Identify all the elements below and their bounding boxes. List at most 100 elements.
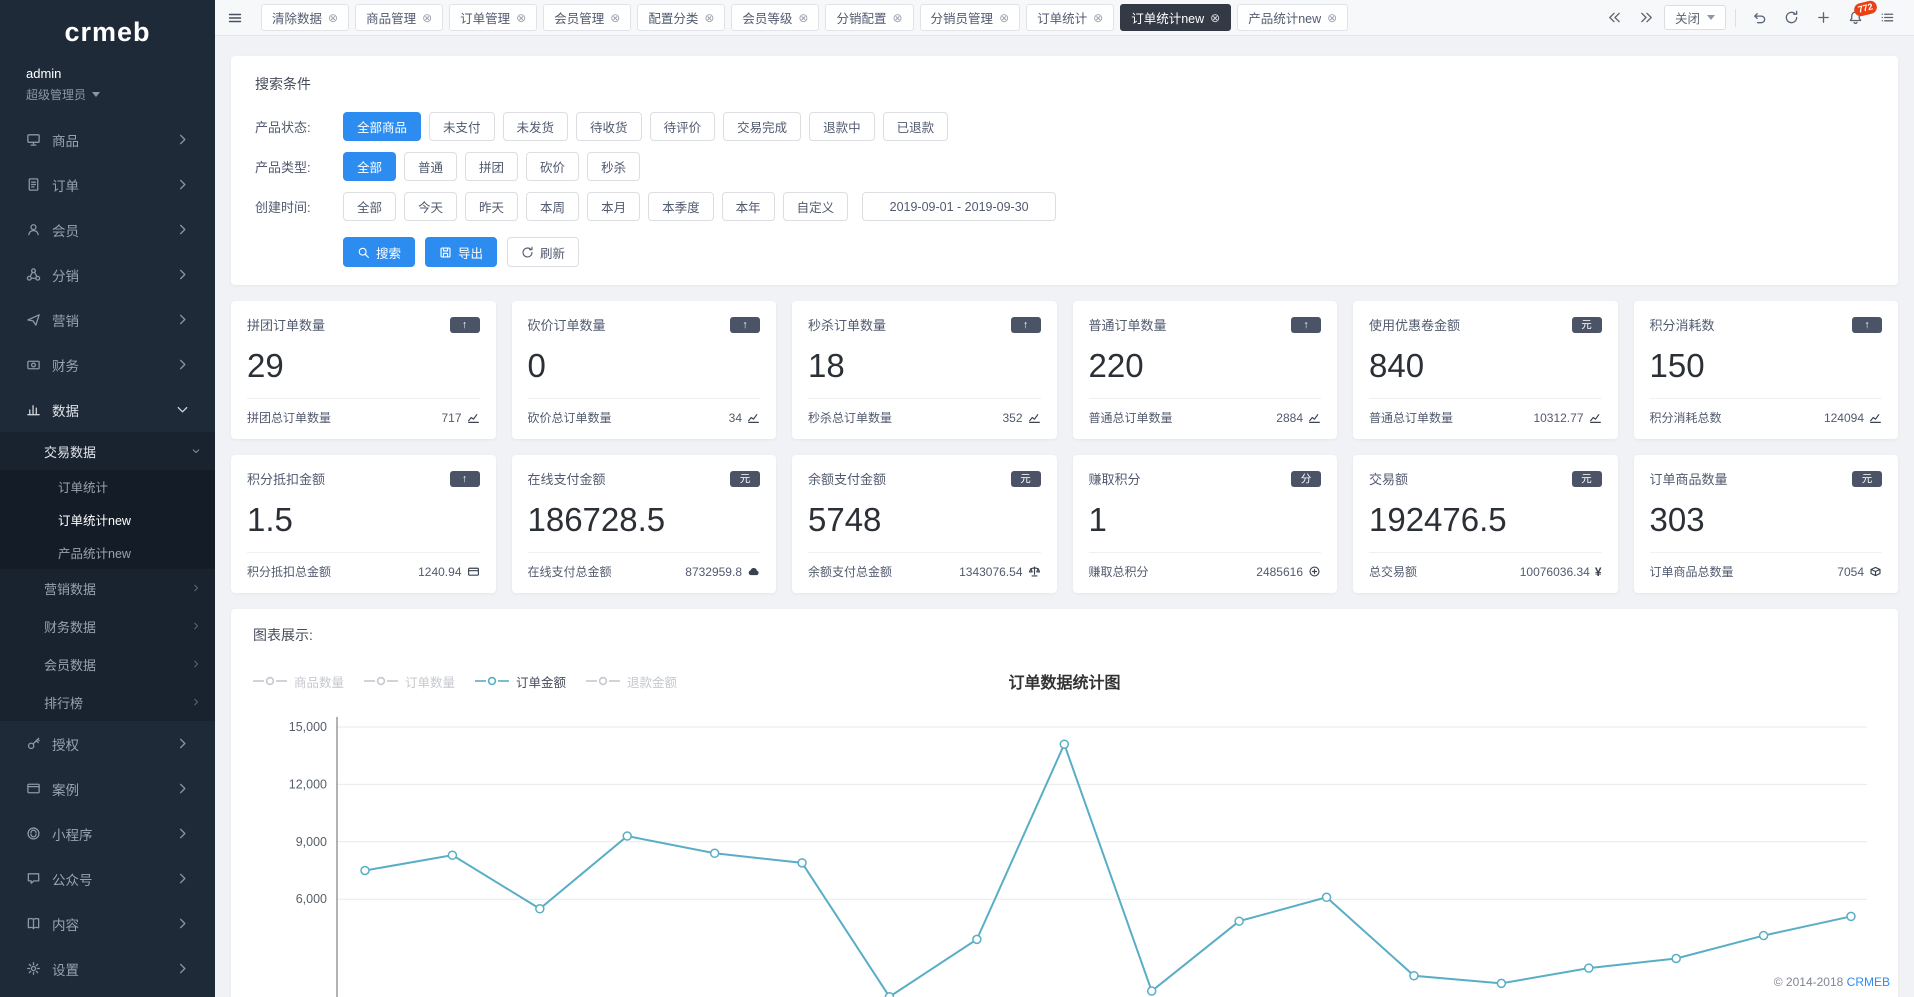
sidebar-item-label: 财务: [52, 355, 175, 375]
filter-option-button[interactable]: 本周: [526, 192, 579, 221]
tab-label: 订单管理: [460, 8, 510, 27]
filter-option-button[interactable]: 已退款: [883, 112, 949, 141]
tab-close-icon[interactable]: ⊗: [704, 12, 714, 24]
filter-option-button[interactable]: 未发货: [503, 112, 569, 141]
filter-option-button[interactable]: 退款中: [809, 112, 875, 141]
sidebar-item-content[interactable]: 内容: [0, 901, 215, 946]
sidebar-item-member-data[interactable]: 会员数据: [0, 645, 215, 683]
collapse-sidebar-button[interactable]: [215, 0, 255, 35]
filter-option-button[interactable]: 待收货: [576, 112, 642, 141]
sidebar-item-case[interactable]: 案例: [0, 766, 215, 811]
tab[interactable]: 清除数据 ⊗: [261, 4, 349, 31]
tab-close-icon[interactable]: ⊗: [1327, 12, 1337, 24]
tab[interactable]: 分销员管理⊗: [920, 4, 1021, 31]
sidebar-item-marketing[interactable]: 营销: [0, 297, 215, 342]
tab-close-icon[interactable]: ⊗: [1210, 12, 1220, 24]
reload-button[interactable]: [1777, 5, 1806, 31]
tab[interactable]: 配置分类⊗: [637, 4, 725, 31]
sidebar-item-finance-data[interactable]: 财务数据: [0, 607, 215, 645]
tab-close-icon[interactable]: ⊗: [1093, 12, 1103, 24]
sidebar-item-product-stats-new[interactable]: 产品统计new: [0, 536, 215, 569]
filter-option-button[interactable]: 全部: [343, 152, 396, 181]
tab[interactable]: 商品管理⊗: [355, 4, 443, 31]
sidebar-item-miniprogram[interactable]: 小程序: [0, 811, 215, 856]
tabs-scroll-left-button[interactable]: [1600, 5, 1629, 31]
filter-option-button[interactable]: 本月: [587, 192, 640, 221]
stat-card-value: 220: [1089, 347, 1322, 385]
filter-option-button[interactable]: 自定义: [783, 192, 849, 221]
sidebar-item-finance[interactable]: 财务: [0, 342, 215, 387]
user-role-dropdown[interactable]: 超级管理员: [26, 86, 215, 103]
filter-option-button[interactable]: 昨天: [465, 192, 518, 221]
sidebar-item-label: 数据: [52, 400, 175, 420]
filter-option-button[interactable]: 砍价: [526, 152, 579, 181]
filter-option-button[interactable]: 普通: [404, 152, 457, 181]
sidebar-item-order-stats-new[interactable]: 订单统计new: [0, 503, 215, 536]
legend-label: 商品数量: [294, 672, 344, 691]
filter-option-button[interactable]: 全部: [343, 192, 396, 221]
sidebar-item-marketing-data[interactable]: 营销数据: [0, 569, 215, 607]
sidebar-item-auth[interactable]: 授权: [0, 721, 215, 766]
sidebar-item-trade-data[interactable]: 交易数据: [0, 432, 215, 470]
sidebar-item-settings[interactable]: 设置: [0, 946, 215, 991]
tab[interactable]: 分销配置⊗: [825, 4, 913, 31]
search-button[interactable]: 搜索: [343, 237, 415, 267]
logo[interactable]: crmeb: [0, 0, 215, 64]
tab-close-icon[interactable]: ⊗: [892, 12, 902, 24]
sidebar-item-order[interactable]: 订单: [0, 162, 215, 207]
tabs-scroll-right-button[interactable]: [1632, 5, 1661, 31]
filter-option-button[interactable]: 本季度: [648, 192, 714, 221]
filter-option-button[interactable]: 未支付: [429, 112, 495, 141]
sidebar-item-goods[interactable]: 商品: [0, 117, 215, 162]
list-button[interactable]: [1873, 5, 1902, 31]
tab[interactable]: 订单统计⊗: [1026, 4, 1114, 31]
brand-link[interactable]: CRMEB: [1847, 975, 1890, 989]
legend-item[interactable]: 退款金额: [586, 672, 677, 691]
tab-close-icon[interactable]: ⊗: [516, 12, 526, 24]
stat-card-title: 订单商品数量: [1650, 469, 1728, 488]
tab[interactable]: 订单管理 ⊗: [449, 4, 537, 31]
date-range-input[interactable]: 2019-09-01 - 2019-09-30: [862, 192, 1056, 221]
legend-item[interactable]: 订单金额: [475, 672, 566, 691]
back-button[interactable]: [1745, 5, 1774, 31]
filter-option-button[interactable]: 全部商品: [343, 112, 421, 141]
tab-close-icon[interactable]: ⊗: [328, 12, 338, 24]
sidebar-item-member[interactable]: 会员: [0, 207, 215, 252]
tab[interactable]: 会员等级⊗: [731, 4, 819, 31]
filter-option-button[interactable]: 待评价: [650, 112, 716, 141]
order-statistics-chart[interactable]: 15,00012,0009,0006,000: [253, 711, 1876, 997]
notifications-button[interactable]: 772: [1841, 5, 1870, 31]
tab-close-icon[interactable]: ⊗: [610, 12, 620, 24]
sidebar-item-order-stats[interactable]: 订单统计: [0, 470, 215, 503]
tab[interactable]: 会员管理⊗: [543, 4, 631, 31]
stat-card: 普通订单数量↑220普通总订单数量2884: [1073, 301, 1338, 439]
tab-close-icon[interactable]: ⊗: [798, 12, 808, 24]
chevron-right-icon: [175, 916, 190, 931]
filter-option-button[interactable]: 今天: [404, 192, 457, 221]
sidebar-item-ranking[interactable]: 排行榜: [0, 683, 215, 721]
data-icon: [26, 402, 41, 417]
export-button[interactable]: 导出: [425, 237, 497, 267]
yen-icon: ¥: [1595, 565, 1602, 579]
sidebar-item-label: 商品: [52, 130, 175, 150]
add-button[interactable]: [1809, 5, 1838, 31]
refresh-button[interactable]: 刷新: [507, 237, 579, 267]
tab-label: 清除数据: [272, 8, 322, 27]
filter-option-button[interactable]: 拼团: [465, 152, 518, 181]
sidebar-item-distribution[interactable]: 分销: [0, 252, 215, 297]
tab-close-icon[interactable]: ⊗: [999, 12, 1009, 24]
legend-item[interactable]: 订单数量: [364, 672, 455, 691]
legend-item[interactable]: 商品数量: [253, 672, 344, 691]
tab[interactable]: 订单统计new⊗: [1120, 4, 1231, 31]
tab-close-icon[interactable]: ⊗: [422, 12, 432, 24]
close-tabs-dropdown[interactable]: 关闭: [1664, 5, 1726, 30]
sidebar-item-data[interactable]: 数据: [0, 387, 215, 432]
balance-icon: [1028, 565, 1041, 578]
sidebar-item-official-account[interactable]: 公众号: [0, 856, 215, 901]
tab[interactable]: 产品统计new⊗: [1237, 4, 1348, 31]
filter-option-button[interactable]: 秒杀: [587, 152, 640, 181]
refresh-icon: [1784, 10, 1799, 25]
filter-option-button[interactable]: 交易完成: [723, 112, 801, 141]
chart-panel: 图表展示: 商品数量订单数量订单金额退款金额 订单数据统计图 15,00012,…: [231, 609, 1898, 997]
filter-option-button[interactable]: 本年: [722, 192, 775, 221]
